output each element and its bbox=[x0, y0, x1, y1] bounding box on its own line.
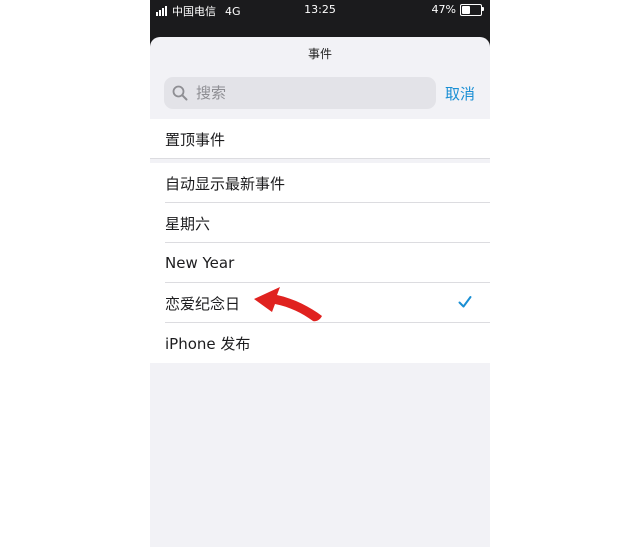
list-item-label: 自动显示最新事件 bbox=[165, 174, 286, 193]
list-item-new-year[interactable]: New Year bbox=[150, 243, 490, 283]
status-bar: 中国电信 4G 13:25 47% bbox=[150, 0, 490, 20]
cancel-button[interactable]: 取消 bbox=[445, 83, 475, 104]
list-item-iphone-launch[interactable]: iPhone 发布 bbox=[150, 323, 490, 363]
list-item-saturday[interactable]: 星期六 bbox=[150, 203, 490, 243]
list-item-label: 恋爱纪念日 bbox=[165, 294, 241, 313]
list-item-label: 星期六 bbox=[165, 214, 211, 233]
status-right: 47% bbox=[431, 3, 484, 16]
list-item-label: 置顶事件 bbox=[165, 130, 226, 149]
battery-icon bbox=[460, 3, 484, 16]
search-icon bbox=[172, 85, 194, 101]
sheet-title: 事件 bbox=[307, 47, 332, 61]
annotation-arrow-icon bbox=[254, 287, 322, 322]
search-box[interactable] bbox=[164, 77, 436, 109]
battery-percent: 47% bbox=[431, 3, 456, 16]
page: 中国电信 4G 13:25 47% 事件 搜索 取消 置顶事件 自动显示最新事件… bbox=[0, 0, 640, 547]
list-item-pinned-events[interactable]: 置顶事件 bbox=[150, 119, 490, 159]
list-item-label: New Year bbox=[165, 254, 235, 272]
list-item-auto-latest[interactable]: 自动显示最新事件 bbox=[150, 163, 490, 203]
search-input[interactable] bbox=[196, 84, 416, 102]
search-row: 取消 bbox=[164, 77, 484, 109]
checkmark-icon bbox=[458, 295, 472, 313]
phone-screen: 中国电信 4G 13:25 47% 事件 搜索 取消 置顶事件 自动显示最新事件… bbox=[150, 0, 490, 547]
event-list: 置顶事件 自动显示最新事件 星期六 New Year 恋爱纪念日 iPhone … bbox=[150, 119, 490, 363]
list-item-label: iPhone 发布 bbox=[165, 334, 251, 353]
battery-fill bbox=[462, 5, 471, 14]
